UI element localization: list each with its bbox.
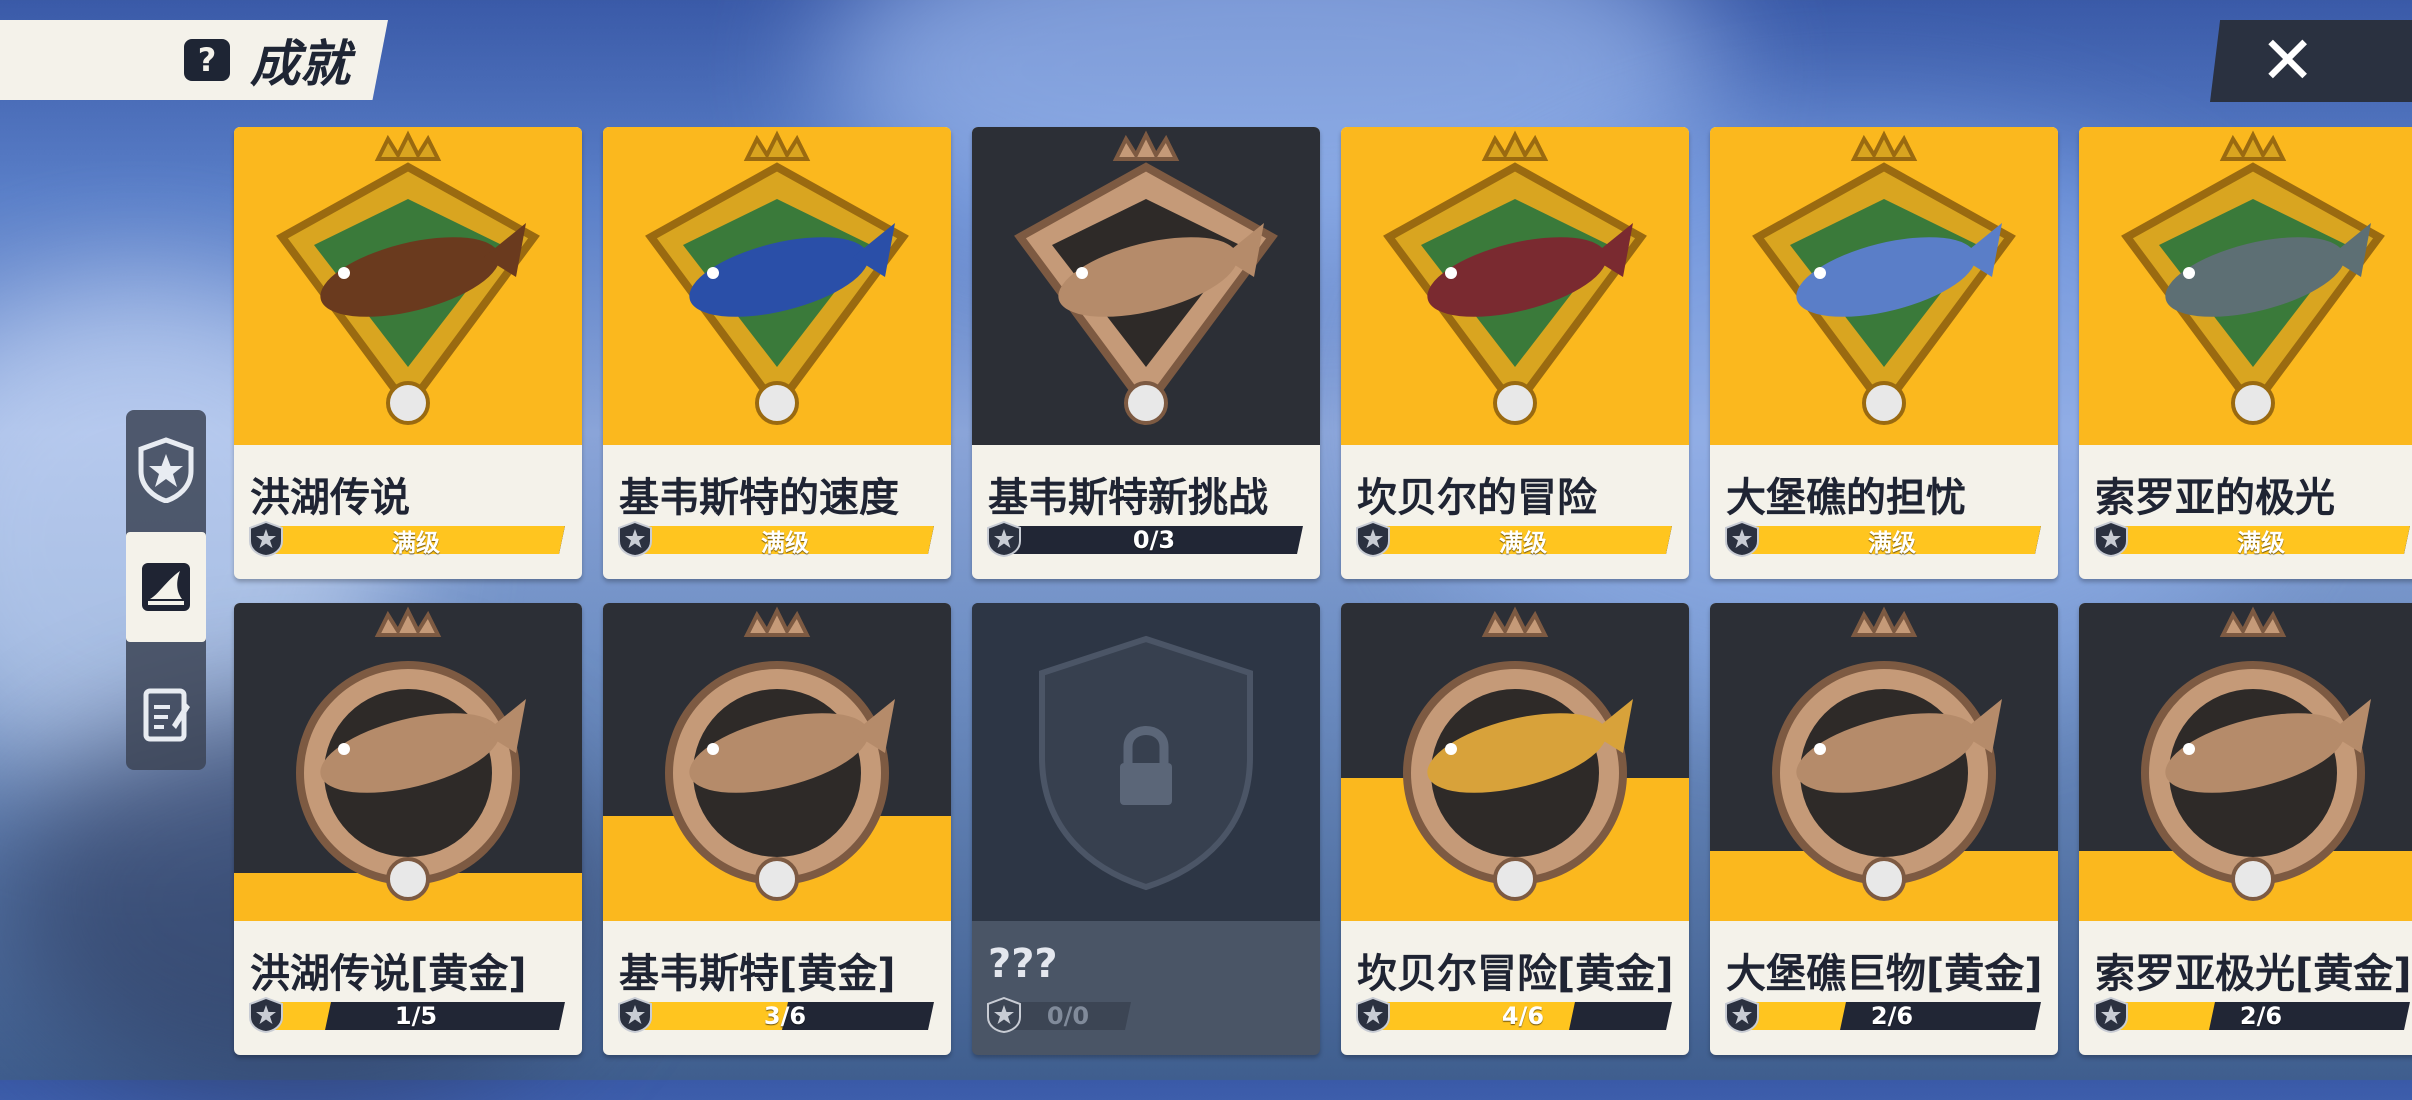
achievement-name: 大堡礁的担忧 <box>1726 475 1966 521</box>
achievement-card[interactable]: ??? 0/0 <box>972 603 1320 1055</box>
medal-icon <box>234 127 582 445</box>
achievement-name: 基韦斯特的速度 <box>619 475 899 521</box>
achievement-name: 坎贝尔的冒险 <box>1357 475 1597 521</box>
achievement-medal-art <box>1710 603 2058 921</box>
progress-label: 满级 <box>1868 528 1916 557</box>
progress-bar: 满级 <box>248 520 566 558</box>
medal-icon <box>234 603 582 921</box>
progress-label: 3/6 <box>763 1002 807 1030</box>
achievement-medal-art <box>1341 127 1689 445</box>
achievement-card[interactable]: 索罗亚极光[黄金] 2/6 <box>2079 603 2412 1055</box>
progress-bar: 满级 <box>2093 520 2411 558</box>
achievement-name: 索罗亚极光[黄金] <box>2095 951 2412 997</box>
achievement-name: 索罗亚的极光 <box>2095 475 2335 521</box>
achievement-medal-art <box>1710 127 2058 445</box>
achievement-card[interactable]: 洪湖传说 满级 <box>234 127 582 579</box>
progress-bar: 满级 <box>617 520 935 558</box>
achievement-name: 基韦斯特新挑战 <box>988 475 1268 521</box>
progress-label: 满级 <box>2237 528 2285 557</box>
shark-fin-icon <box>142 563 190 611</box>
achievement-medal-art <box>972 603 1320 921</box>
tab-fish[interactable] <box>126 532 206 642</box>
progress-bar: 0/3 <box>986 520 1304 558</box>
medal-icon <box>2079 603 2412 921</box>
achievement-name: 大堡礁巨物[黄金] <box>1726 951 2043 997</box>
progress-label: 2/6 <box>1870 1002 1914 1030</box>
achievement-medal-art <box>234 603 582 921</box>
medal-icon <box>972 127 1320 445</box>
progress-label: 满级 <box>392 528 440 557</box>
progress-bar: 1/5 <box>248 996 566 1034</box>
achievement-medal-art <box>234 127 582 445</box>
achievement-card[interactable]: 大堡礁的担忧 满级 <box>1710 127 2058 579</box>
achievement-name: 洪湖传说[黄金] <box>250 951 527 997</box>
close-button[interactable]: ✕ <box>2210 20 2412 102</box>
achievement-medal-art <box>2079 603 2412 921</box>
progress-bar: 2/6 <box>1724 996 2042 1034</box>
star-shield-icon <box>138 437 194 503</box>
medal-icon <box>2079 127 2412 445</box>
progress-label: 0/3 <box>1132 526 1176 554</box>
progress-bar: 2/6 <box>2093 996 2411 1034</box>
side-tab-bar <box>126 410 206 770</box>
progress-label: 满级 <box>761 528 809 557</box>
progress-bar: 满级 <box>1724 520 2042 558</box>
achievement-name: 坎贝尔冒险[黄金] <box>1357 951 1674 997</box>
medal-icon <box>603 603 951 921</box>
achievement-medal-art <box>603 127 951 445</box>
progress-bar: 4/6 <box>1355 996 1673 1034</box>
achievement-medal-art <box>1341 603 1689 921</box>
achievement-card[interactable]: 大堡礁巨物[黄金] 2/6 <box>1710 603 2058 1055</box>
achievement-medal-art <box>603 603 951 921</box>
achievement-card[interactable]: 坎贝尔的冒险 满级 <box>1341 127 1689 579</box>
page-title: 成就 <box>250 35 350 93</box>
progress-label: 2/6 <box>2239 1002 2283 1030</box>
achievement-name: 基韦斯特[黄金] <box>619 951 896 997</box>
progress-label: 0/0 <box>1046 1002 1090 1030</box>
page-header: ? 成就 <box>0 20 388 100</box>
medal-icon <box>1341 127 1689 445</box>
progress-bar: 满级 <box>1355 520 1673 558</box>
medal-icon <box>603 127 951 445</box>
achievement-card[interactable]: 基韦斯特[黄金] 3/6 <box>603 603 951 1055</box>
tab-badges[interactable] <box>126 415 206 525</box>
achievement-medal-art <box>972 127 1320 445</box>
tab-records[interactable] <box>126 660 206 770</box>
achievement-name: ??? <box>988 941 1058 987</box>
question-icon[interactable]: ? <box>184 39 230 81</box>
achievement-card[interactable]: 基韦斯特新挑战 0/3 <box>972 127 1320 579</box>
achievement-name: 洪湖传说 <box>250 475 410 521</box>
notebook-icon <box>143 688 190 742</box>
medal-icon <box>1710 603 2058 921</box>
progress-bar: 3/6 <box>617 996 935 1034</box>
achievement-card[interactable]: 索罗亚的极光 满级 <box>2079 127 2412 579</box>
achievement-card[interactable]: 基韦斯特的速度 满级 <box>603 127 951 579</box>
progress-label: 满级 <box>1499 528 1547 557</box>
achievement-medal-art <box>2079 127 2412 445</box>
progress-bar: 0/0 <box>986 996 1304 1034</box>
medal-icon <box>1710 127 2058 445</box>
close-icon: ✕ <box>2260 22 2316 99</box>
achievement-card[interactable]: 坎贝尔冒险[黄金] 4/6 <box>1341 603 1689 1055</box>
medal-icon <box>1341 603 1689 921</box>
progress-label: 4/6 <box>1501 1002 1545 1030</box>
achievement-card[interactable]: 洪湖传说[黄金] 1/5 <box>234 603 582 1055</box>
progress-label: 1/5 <box>394 1002 438 1030</box>
